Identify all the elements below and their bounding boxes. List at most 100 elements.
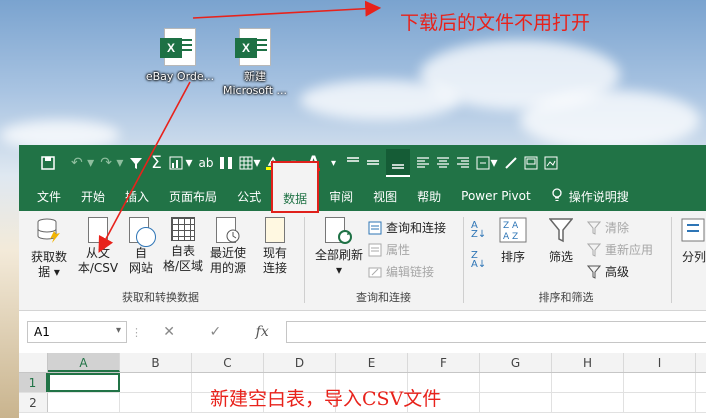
recent-sources-icon	[216, 217, 240, 243]
table-icon[interactable]: ▾	[239, 149, 260, 177]
cell-a1[interactable]	[48, 373, 120, 392]
save-icon[interactable]	[41, 149, 55, 177]
desktop-file-label-line2: Microsoft ...	[222, 84, 288, 97]
autosum-icon[interactable]: Σ	[149, 149, 163, 177]
redo-icon[interactable]: ↷ ▾	[100, 149, 123, 177]
quick-access-toolbar: ↶ ▾ ↷ ▾ Σ ▾ ab ▾ ▾ A ▾ ▾	[19, 145, 706, 181]
tab-help[interactable]: 帮助	[407, 181, 451, 211]
align-middle-icon[interactable]	[366, 149, 380, 177]
tab-data[interactable]: 数据	[271, 161, 320, 213]
recent-sources-button[interactable]: 最近使 用的源	[205, 217, 251, 276]
annotation-top: 下载后的文件不用打开	[400, 12, 591, 34]
tab-file[interactable]: 文件	[27, 181, 71, 211]
reapply-icon	[586, 243, 602, 257]
from-table-range-button[interactable]: 自表 格/区域	[161, 217, 205, 274]
column-header[interactable]: E	[336, 353, 408, 372]
tab-review[interactable]: 审阅	[319, 181, 363, 211]
properties-button[interactable]: 属性	[368, 241, 410, 258]
text-to-columns-button[interactable]: 分列	[677, 217, 706, 265]
cell[interactable]	[624, 373, 696, 392]
queries-connections-button[interactable]: 查询和连接	[368, 219, 446, 236]
align-left-icon[interactable]	[416, 149, 430, 177]
funnel-icon	[543, 217, 579, 247]
enter-icon[interactable]: ✓	[209, 324, 221, 340]
edit-links-button[interactable]: 编辑链接	[368, 263, 434, 280]
filter-button[interactable]: 筛选	[543, 217, 579, 265]
select-all-corner[interactable]	[19, 353, 48, 372]
refresh-all-button[interactable]: 全部刷新 ▾	[312, 217, 366, 278]
merge-icon[interactable]: ▾	[476, 149, 498, 177]
tab-formulas[interactable]: 公式	[227, 181, 271, 211]
undo-icon[interactable]: ↶ ▾	[71, 149, 94, 177]
cell[interactable]	[552, 393, 624, 412]
formula-buttons: ✕ ✓ fx	[146, 324, 286, 340]
sort-za-icon[interactable]: Z A↓	[471, 251, 486, 270]
cell[interactable]	[120, 393, 192, 412]
sort-az-icon[interactable]: A Z↓	[471, 221, 486, 240]
tab-insert[interactable]: 插入	[115, 181, 159, 211]
name-box[interactable]: A1 ▾	[27, 321, 127, 343]
svg-text:Z A: Z A	[503, 221, 519, 231]
tab-power-pivot[interactable]: Power Pivot	[451, 181, 541, 211]
tab-home[interactable]: 开始	[71, 181, 115, 211]
reapply-button[interactable]: 重新应用	[586, 241, 653, 258]
name-box-dropdown-icon[interactable]: ▾	[116, 325, 121, 336]
arrow-to-note	[192, 0, 382, 19]
cell[interactable]	[120, 373, 192, 392]
align-right-icon[interactable]	[456, 149, 470, 177]
column-header[interactable]: C	[192, 353, 264, 372]
tab-view[interactable]: 视图	[363, 181, 407, 211]
formula-input[interactable]	[286, 321, 706, 343]
existing-connections-button[interactable]: 现有 连接	[255, 217, 295, 276]
cell[interactable]	[624, 393, 696, 412]
column-header[interactable]: I	[624, 353, 696, 372]
cell[interactable]	[480, 393, 552, 412]
cancel-icon[interactable]: ✕	[163, 324, 175, 340]
align-bottom-icon[interactable]	[386, 149, 411, 177]
web-icon	[129, 217, 156, 247]
table-range-icon	[171, 217, 195, 241]
database-icon	[27, 217, 71, 247]
splitter-icon[interactable]: ⋮	[131, 326, 142, 339]
column-header[interactable]: H	[552, 353, 624, 372]
insert-function-icon[interactable]: fx	[256, 324, 269, 340]
row-header[interactable]: 1	[19, 373, 48, 392]
svg-text:A Z: A Z	[503, 232, 518, 242]
from-text-csv-button[interactable]: 从文 本/CSV	[75, 217, 121, 276]
format-painter-icon[interactable]	[504, 149, 518, 177]
column-header[interactable]: G	[480, 353, 552, 372]
row-header[interactable]: 2	[19, 393, 48, 412]
view-icon[interactable]	[524, 149, 538, 177]
ribbon-tabs: 文件 开始 插入 页面布局 公式 数据 审阅 视图 帮助 Power Pivot…	[19, 161, 706, 213]
align-center-icon[interactable]	[436, 149, 450, 177]
spelling-icon[interactable]: ab	[198, 149, 213, 177]
annotation-bottom: 新建空白表，导入CSV文件	[210, 388, 442, 410]
advanced-filter-button[interactable]: 高级	[586, 263, 629, 280]
sort-button[interactable]: Z AA Z 排序	[495, 217, 531, 265]
column-header[interactable]: B	[120, 353, 192, 372]
align-top-icon[interactable]	[346, 149, 360, 177]
group-divider	[304, 217, 305, 303]
cell[interactable]	[48, 393, 120, 412]
desktop-file-new-excel[interactable]: X 新建 Microsoft ...	[215, 28, 295, 98]
clear-filter-button[interactable]: 清除	[586, 219, 629, 236]
tell-me-search[interactable]: 操作说明搜	[541, 181, 639, 211]
column-header[interactable]: D	[264, 353, 336, 372]
chart-icon[interactable]: ▾	[169, 149, 192, 177]
ribbon-data: 获取数据 ▾ 从文 本/CSV 自网站 自表 格/区域 最近使 用的源 现有 连…	[19, 211, 706, 311]
cell[interactable]	[480, 373, 552, 392]
get-data-button[interactable]: 获取数据 ▾	[27, 217, 71, 280]
from-web-button[interactable]: 自网站	[123, 217, 159, 276]
group-sort-filter: A Z↓ Z A↓ Z AA Z 排序 筛选 清除 重新应用 高级 排序和筛选	[465, 211, 667, 311]
column-header[interactable]: A	[48, 353, 120, 372]
desktop-file-ebay-orders[interactable]: X eBay Orde...	[140, 28, 220, 84]
advanced-filter-icon	[586, 265, 602, 279]
columns-icon[interactable]	[219, 149, 233, 177]
column-header[interactable]: F	[408, 353, 480, 372]
font-color-dropdown-icon[interactable]: ▾	[326, 149, 340, 177]
filter-icon[interactable]	[129, 149, 143, 177]
excel-file-icon: X	[160, 28, 196, 66]
view-icon-2[interactable]	[544, 149, 558, 177]
cell[interactable]	[552, 373, 624, 392]
tab-page-layout[interactable]: 页面布局	[159, 181, 227, 211]
